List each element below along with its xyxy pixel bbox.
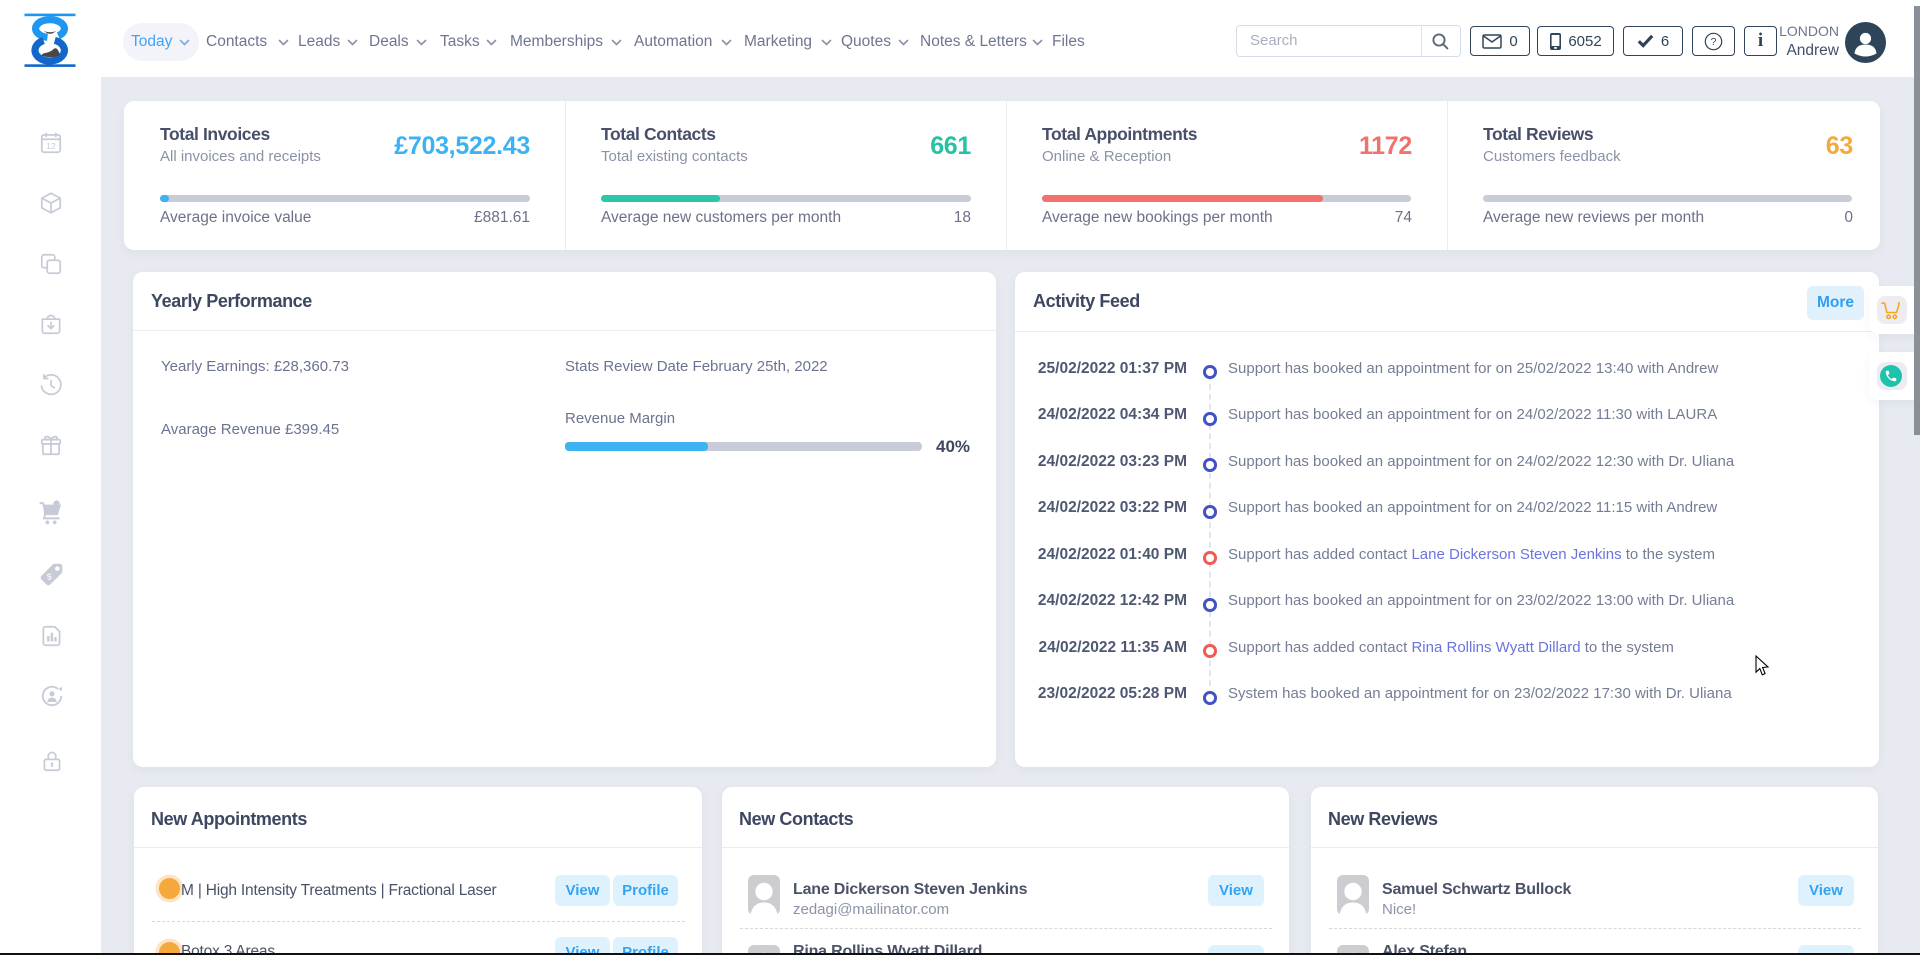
svg-text:12: 12 [46, 141, 56, 151]
